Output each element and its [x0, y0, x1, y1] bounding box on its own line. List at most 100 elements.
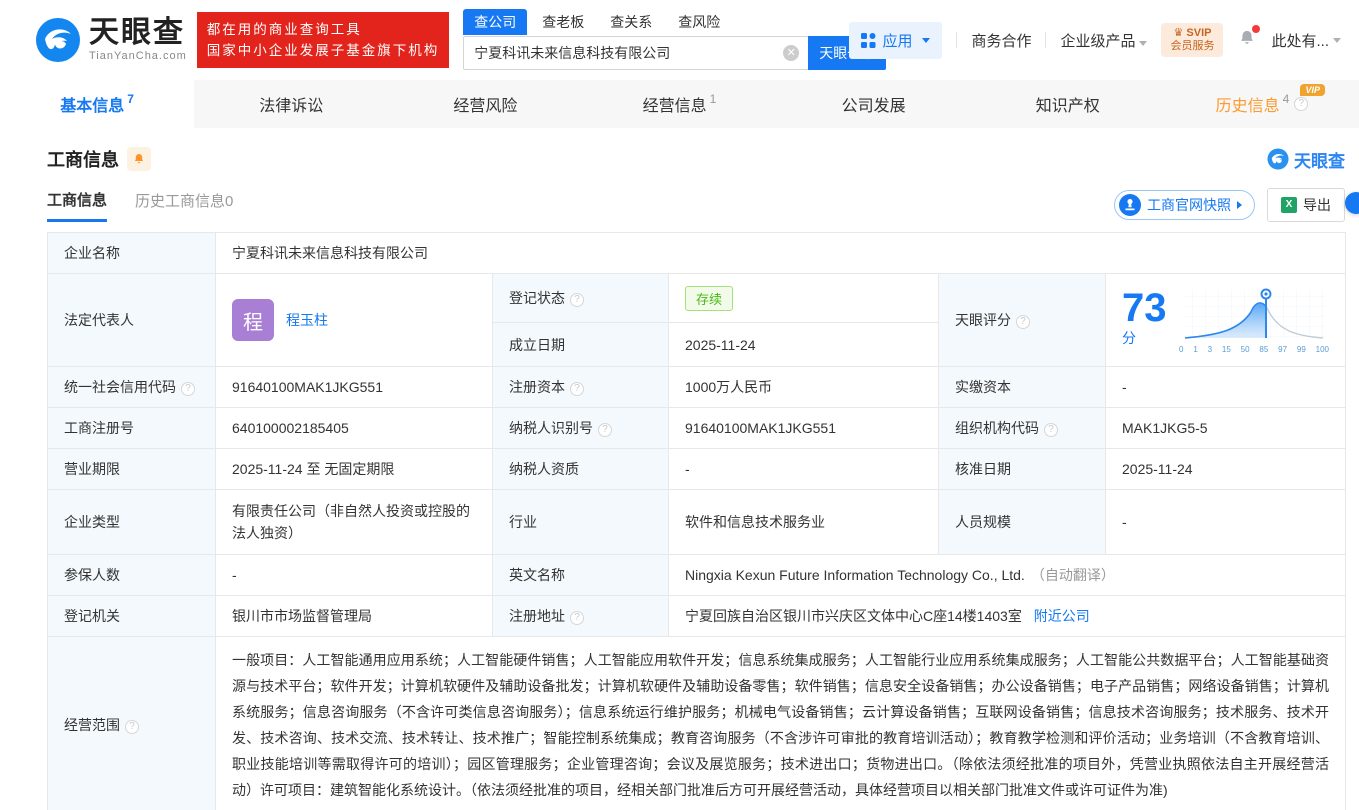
- company-tabs-nav: 基本信息7 法律诉讼 经营风险 经营信息1 公司发展 知识产权 VIP 历史信息…: [0, 80, 1359, 128]
- chevron-down-icon: [1333, 38, 1341, 43]
- org-code-label: 组织机构代码?: [939, 408, 1106, 449]
- user-menu-label: 此处有...: [1271, 30, 1329, 51]
- business-term-value: 2025-11-24 至 无固定期限: [216, 449, 493, 490]
- industry-value: 软件和信息技术服务业: [669, 490, 939, 555]
- table-row: 营业期限 2025-11-24 至 无固定期限 纳税人资质 - 核准日期 202…: [48, 449, 1346, 490]
- tab-operation-risk[interactable]: 经营风险: [388, 80, 582, 128]
- top-header: 天眼查 TianYanCha.com 都在用的商业查询工具 国家中小企业发展子基…: [0, 0, 1359, 80]
- company-type-label: 企业类型: [48, 490, 216, 555]
- bell-icon: [132, 152, 146, 166]
- paid-capital-label: 实缴资本: [939, 367, 1106, 408]
- help-icon[interactable]: ?: [570, 293, 584, 307]
- excel-icon: X: [1281, 197, 1297, 213]
- tab-history-info[interactable]: VIP 历史信息4 ?: [1165, 80, 1359, 128]
- table-row: 企业类型 有限责任公司（非自然人投资或控股的法人独资） 行业 软件和信息技术服务…: [48, 490, 1346, 555]
- user-menu[interactable]: 此处有...: [1271, 30, 1341, 51]
- score-axis-labels: 0131550859799100: [1179, 345, 1329, 354]
- help-icon[interactable]: ?: [598, 423, 612, 437]
- search-tab-boss[interactable]: 查老板: [531, 9, 595, 35]
- taxpayer-id-label: 纳税人识别号?: [493, 408, 669, 449]
- logo-title: 天眼查: [89, 18, 187, 48]
- legal-rep-cell: 程 程玉柱: [216, 274, 493, 367]
- uscc-label: 统一社会信用代码?: [48, 367, 216, 408]
- logo-subtitle: TianYanCha.com: [89, 50, 187, 62]
- clear-search-icon[interactable]: ✕: [783, 45, 799, 61]
- taxpayer-quality-label: 纳税人资质: [493, 449, 669, 490]
- industry-label: 行业: [493, 490, 669, 555]
- paid-capital-value: -: [1106, 367, 1346, 408]
- business-scope-value: 一般项目：人工智能通用应用系统；人工智能硬件销售；人工智能应用软件开发；信息系统…: [216, 637, 1346, 810]
- table-row: 统一社会信用代码? 91640100MAK1JKG551 注册资本? 1000万…: [48, 367, 1346, 408]
- snapshot-button-label: 工商官网快照: [1147, 195, 1231, 215]
- table-row: 参保人数 - 英文名称 Ningxia Kexun Future Informa…: [48, 555, 1346, 596]
- vip-badge: VIP: [1300, 84, 1325, 96]
- taxpayer-quality-value: -: [669, 449, 939, 490]
- apps-menu-button[interactable]: 应用: [849, 22, 942, 59]
- company-type-value: 有限责任公司（非自然人投资或控股的法人独资）: [216, 490, 493, 555]
- chevron-down-icon: [1139, 41, 1147, 46]
- help-icon[interactable]: ?: [181, 382, 195, 396]
- enterprise-products-link[interactable]: 企业级产品: [1060, 30, 1147, 51]
- search-tab-risk[interactable]: 查风险: [667, 9, 731, 35]
- help-icon[interactable]: ?: [125, 720, 139, 734]
- approval-date-label: 核准日期: [939, 449, 1106, 490]
- help-icon[interactable]: ?: [570, 611, 584, 625]
- help-icon[interactable]: ?: [1016, 315, 1030, 329]
- tab-company-development[interactable]: 公司发展: [777, 80, 971, 128]
- business-info-table: 企业名称 宁夏科讯未来信息科技有限公司 法定代表人 程 程玉柱 登记状态? 存续…: [47, 232, 1346, 810]
- subtab-business-info[interactable]: 工商信息: [47, 189, 107, 222]
- company-name-label: 企业名称: [48, 233, 216, 274]
- company-name-value: 宁夏科讯未来信息科技有限公司: [216, 233, 1346, 274]
- english-name-label: 英文名称: [493, 555, 669, 596]
- help-icon[interactable]: ?: [1044, 423, 1058, 437]
- legal-rep-avatar[interactable]: 程: [232, 299, 274, 341]
- subscribe-bell-button[interactable]: [127, 147, 151, 171]
- reg-status-label: 登记状态?: [493, 274, 669, 323]
- tab-operation-info[interactable]: 经营信息1: [582, 80, 776, 128]
- notification-dot: [1252, 25, 1260, 33]
- svip-member-button[interactable]: ♛ SVIP 会员服务: [1161, 23, 1223, 57]
- staff-size-value: -: [1106, 490, 1346, 555]
- search-area: 查公司 查老板 查关系 查风险 ✕ 天眼一下: [463, 11, 888, 70]
- search-input[interactable]: [463, 36, 808, 70]
- legal-rep-link[interactable]: 程玉柱: [286, 310, 328, 330]
- tianyancha-logo-icon: [35, 17, 81, 63]
- export-button[interactable]: X 导出: [1267, 188, 1345, 222]
- reg-authority-label: 登记机关: [48, 596, 216, 637]
- reg-address-label: 注册地址?: [493, 596, 669, 637]
- table-row: 工商注册号 640100002185405 纳税人识别号? 91640100MA…: [48, 408, 1346, 449]
- taxpayer-id-value: 91640100MAK1JKG551: [669, 408, 939, 449]
- stamp-icon: [1119, 194, 1141, 216]
- tab-legal-proceedings[interactable]: 法律诉讼: [194, 80, 388, 128]
- svip-service-label: 会员服务: [1170, 40, 1214, 53]
- score-label: 天眼评分?: [939, 274, 1106, 367]
- table-row: 企业名称 宁夏科讯未来信息科技有限公司: [48, 233, 1346, 274]
- nearby-companies-link[interactable]: 附近公司: [1034, 608, 1090, 624]
- help-icon[interactable]: ?: [1294, 97, 1308, 111]
- apps-label: 应用: [882, 30, 912, 51]
- search-tab-company[interactable]: 查公司: [463, 9, 527, 35]
- english-name-value: Ningxia Kexun Future Information Technol…: [669, 555, 1346, 596]
- reg-status-value: 存续: [669, 274, 939, 323]
- tianyancha-logo[interactable]: 天眼查 TianYanCha.com: [35, 17, 187, 63]
- search-tab-relation[interactable]: 查关系: [599, 9, 663, 35]
- notifications-button[interactable]: [1237, 28, 1257, 53]
- business-scope-label: 经营范围?: [48, 637, 216, 810]
- tab-basic-info[interactable]: 基本信息7: [0, 80, 194, 128]
- insured-label: 参保人数: [48, 555, 216, 596]
- business-cooperation-link[interactable]: 商务合作: [971, 30, 1031, 51]
- insured-value: -: [216, 555, 493, 596]
- business-term-label: 营业期限: [48, 449, 216, 490]
- apps-grid-icon: [861, 33, 876, 48]
- tab-intellectual-property[interactable]: 知识产权: [971, 80, 1165, 128]
- table-row: 法定代表人 程 程玉柱 登记状态? 存续 天眼评分? 73分: [48, 274, 1346, 323]
- enterprise-products-label: 企业级产品: [1060, 33, 1135, 50]
- help-icon[interactable]: ?: [570, 382, 584, 396]
- arrow-right-icon: [1237, 201, 1242, 209]
- auto-translate-note: （自动翻译）: [1031, 567, 1115, 583]
- subtab-history-business-info[interactable]: 历史工商信息0: [135, 190, 233, 220]
- official-snapshot-button[interactable]: 工商官网快照: [1114, 190, 1255, 220]
- table-row: 经营范围? 一般项目：人工智能通用应用系统；人工智能硬件销售；人工智能应用软件开…: [48, 637, 1346, 810]
- chevron-down-icon: [922, 38, 930, 43]
- uscc-value: 91640100MAK1JKG551: [216, 367, 493, 408]
